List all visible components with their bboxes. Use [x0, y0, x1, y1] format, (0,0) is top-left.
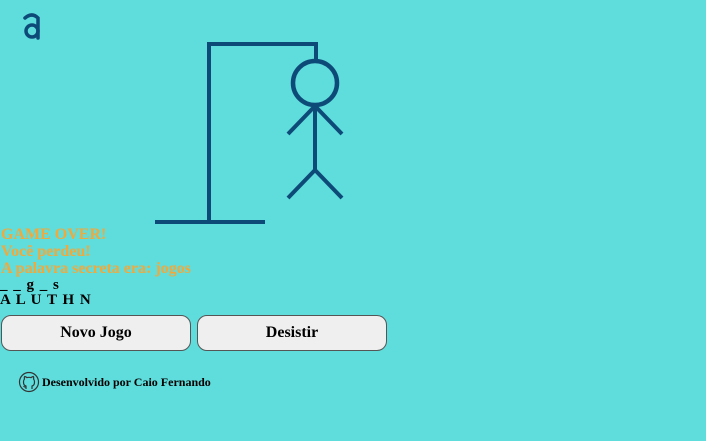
footer: Desenvolvido por Caio Fernando: [18, 371, 211, 393]
github-icon[interactable]: [18, 371, 40, 393]
hangman-left-arm: [286, 104, 317, 136]
hangman-right-arm: [313, 104, 344, 136]
hangman-left-leg: [286, 168, 317, 200]
result-text: Você perdeu!: [1, 243, 91, 260]
hangman-drawing: [155, 42, 344, 224]
hangman-head: [290, 58, 340, 108]
game-messages: GAME OVER! Você perdeu! A palavra secret…: [1, 226, 191, 277]
secret-word-text: A palavra secreta era: jogos: [1, 260, 191, 277]
new-game-button[interactable]: Novo Jogo: [1, 315, 191, 351]
app-logo-icon: [23, 13, 40, 40]
wrong-letters: A L U T H N: [0, 292, 92, 308]
word-progress: _ _ g _ s: [0, 277, 60, 293]
game-over-text: GAME OVER!: [1, 226, 107, 243]
developer-credit: Desenvolvido por Caio Fernando: [42, 374, 211, 389]
give-up-button[interactable]: Desistir: [197, 315, 387, 351]
hangman-right-leg: [313, 168, 344, 200]
